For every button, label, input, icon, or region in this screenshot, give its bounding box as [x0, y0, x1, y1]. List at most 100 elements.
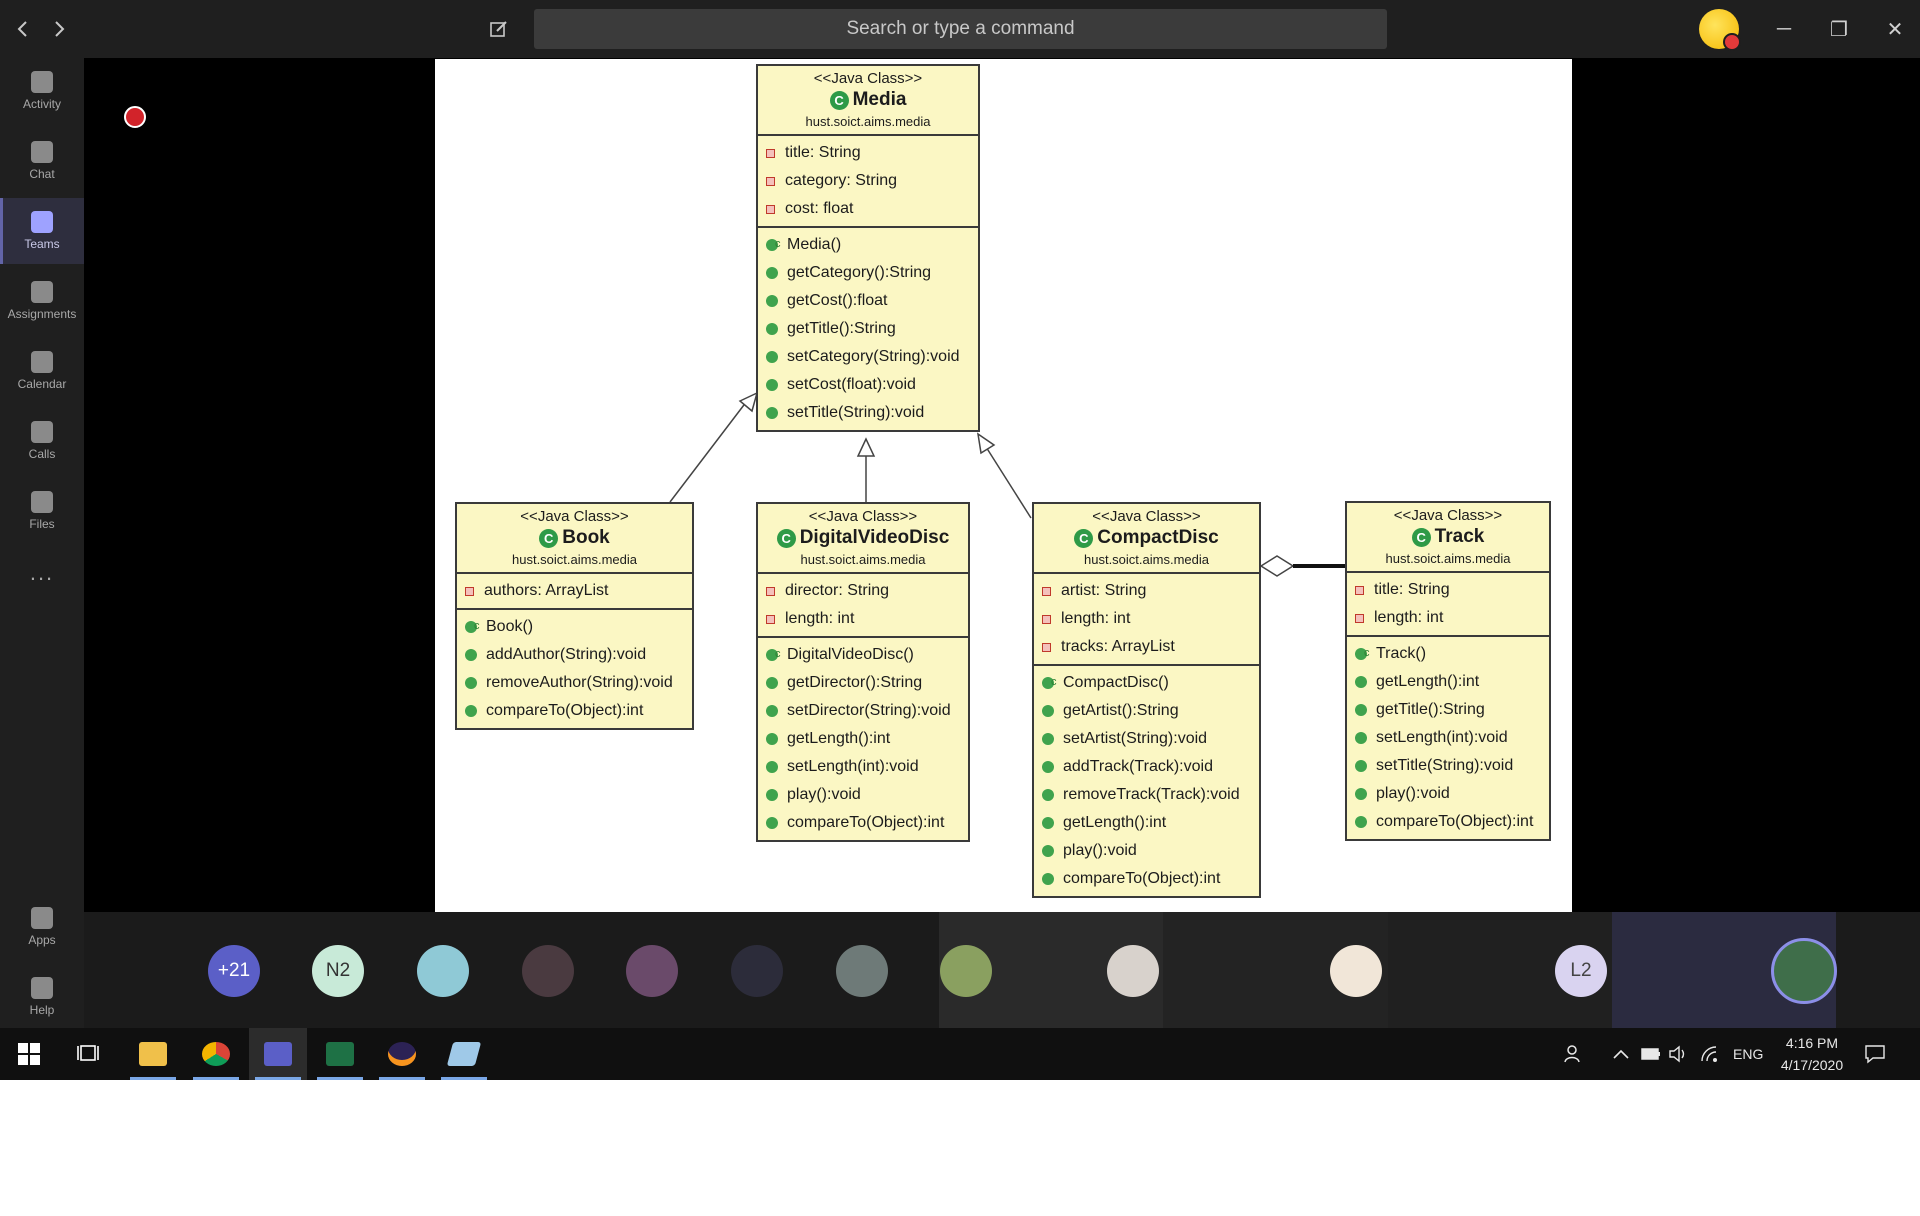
field-icon [766, 176, 775, 186]
method-row: setLength(int):void [1347, 724, 1549, 752]
method-icon [1042, 705, 1054, 717]
file-explorer-icon[interactable] [124, 1028, 182, 1080]
chevron-up-icon[interactable] [1612, 1028, 1630, 1080]
field-row-text: length: int [785, 610, 855, 627]
method-icon [766, 295, 778, 307]
rail-item-apps[interactable]: Apps [0, 894, 84, 960]
field-row: length: int [1034, 605, 1259, 633]
excel-icon[interactable] [311, 1028, 369, 1080]
constructor-row-text: Media() [787, 236, 842, 253]
constructor-icon [1355, 639, 1370, 667]
field-icon [766, 204, 775, 214]
rail-item-assignments[interactable]: Assignments [0, 268, 84, 334]
participant-avatar[interactable] [731, 945, 783, 997]
field-row: length: int [1347, 604, 1549, 632]
rail-item-files[interactable]: Files [0, 478, 84, 544]
package-name: hust.soict.aims.media [805, 114, 931, 129]
calls-icon [31, 421, 53, 443]
constructor-row: Media() [758, 230, 978, 259]
rail-item-help[interactable]: Help [0, 964, 84, 1030]
teams-icon[interactable] [249, 1028, 307, 1080]
restore-button[interactable]: ❐ [1819, 10, 1859, 48]
package-name: hust.soict.aims.media [1385, 551, 1511, 566]
methods-section: Track() getLength():int getTitle():String s… [1347, 635, 1549, 839]
participant-avatar[interactable] [1107, 945, 1159, 997]
rail-item-calendar[interactable]: Calendar [0, 338, 84, 404]
rail-item-calls[interactable]: Calls [0, 408, 84, 474]
people-icon[interactable] [1564, 1028, 1584, 1080]
battery-icon[interactable] [1641, 1028, 1661, 1080]
chrome-icon[interactable] [187, 1028, 245, 1080]
method-row: setArtist(String):void [1034, 725, 1259, 753]
app-icon[interactable] [435, 1028, 493, 1080]
rail-item-label: Teams [24, 237, 60, 251]
participant-avatar[interactable] [626, 945, 678, 997]
method-icon [766, 323, 778, 335]
constructor-icon [766, 230, 781, 258]
compose-icon[interactable] [484, 14, 514, 44]
participant-avatar[interactable] [940, 945, 992, 997]
constructor-row: Track() [1347, 639, 1549, 668]
language-indicator[interactable]: ENG [1733, 1028, 1763, 1080]
apps-icon [31, 907, 53, 929]
method-icon [766, 733, 778, 745]
start-icon[interactable] [0, 1028, 58, 1080]
method-row: removeAuthor(String):void [457, 669, 692, 697]
method-row: compareTo(Object):int [1034, 865, 1259, 893]
clock[interactable]: 4:16 PM 4/17/2020 [1776, 1028, 1848, 1080]
method-icon [766, 267, 778, 279]
method-row: removeTrack(Track):void [1034, 781, 1259, 809]
back-icon[interactable] [8, 14, 38, 44]
user-avatar[interactable] [1699, 9, 1741, 51]
participant-avatar[interactable]: L2 [1555, 945, 1607, 997]
class-icon: C [1411, 527, 1431, 547]
method-row-text: setTitle(String):void [787, 404, 925, 421]
forward-icon[interactable] [44, 14, 74, 44]
rail-item-label: Activity [22, 97, 61, 111]
method-row-text: compareTo(Object):int [1376, 813, 1534, 830]
rail-item-label: Calendar [17, 377, 67, 391]
method-row: play():void [1034, 837, 1259, 865]
notifications-icon[interactable] [1864, 1028, 1886, 1080]
participant-avatar[interactable] [417, 945, 469, 997]
rail-item-moremoremore[interactable]: ... [0, 540, 84, 606]
stereotype: <<Java Class>> [808, 508, 918, 525]
bell-icon [31, 71, 53, 93]
constructor-icon [1042, 668, 1057, 696]
fields-section: title: String category: String cost: float [758, 136, 978, 226]
search-input[interactable]: Search or type a command [534, 9, 1387, 49]
fields-section: authors: ArrayList [457, 574, 692, 608]
field-icon [1355, 613, 1364, 623]
method-row-text: compareTo(Object):int [1063, 870, 1221, 887]
class-name: Media [852, 89, 907, 110]
eclipse-icon[interactable] [373, 1028, 431, 1080]
task-view-icon[interactable] [60, 1028, 118, 1080]
package-name: hust.soict.aims.media [1084, 552, 1209, 567]
app-rail: Activity Chat Teams Assignments Calendar Call… [0, 58, 84, 1028]
rail-item-chat[interactable]: Chat [0, 128, 84, 194]
rail-item-activity[interactable]: Activity [0, 58, 84, 124]
methods-section: CompactDisc() getArtist():String setArtist… [1034, 664, 1259, 896]
method-row-text: setLength(int):void [787, 758, 919, 775]
participant-avatar[interactable]: N2 [312, 945, 364, 997]
method-row-text: getTitle():String [1376, 701, 1485, 718]
method-row: getLength():int [758, 725, 968, 753]
volume-icon[interactable] [1668, 1028, 1688, 1080]
network-icon[interactable] [1700, 1028, 1720, 1080]
participant-avatar[interactable] [522, 945, 574, 997]
participant-avatar[interactable] [836, 945, 888, 997]
participant-avatar[interactable] [1771, 938, 1837, 1004]
field-row-text: length: int [1061, 610, 1131, 627]
method-icon [766, 407, 778, 419]
rail-item-teams[interactable]: Teams [0, 198, 84, 264]
minimize-button[interactable]: ─ [1764, 10, 1804, 48]
method-row-text: setCategory(String):void [787, 348, 960, 365]
field-icon [1042, 586, 1051, 596]
calendar-icon [31, 351, 53, 373]
method-row-text: compareTo(Object):int [787, 814, 945, 831]
method-icon [766, 817, 778, 829]
constructor-row-text: CompactDisc() [1063, 674, 1169, 691]
participant-avatar[interactable] [1330, 945, 1382, 997]
close-button[interactable]: ✕ [1875, 10, 1915, 48]
more-participants-button[interactable]: +21 [208, 945, 260, 997]
